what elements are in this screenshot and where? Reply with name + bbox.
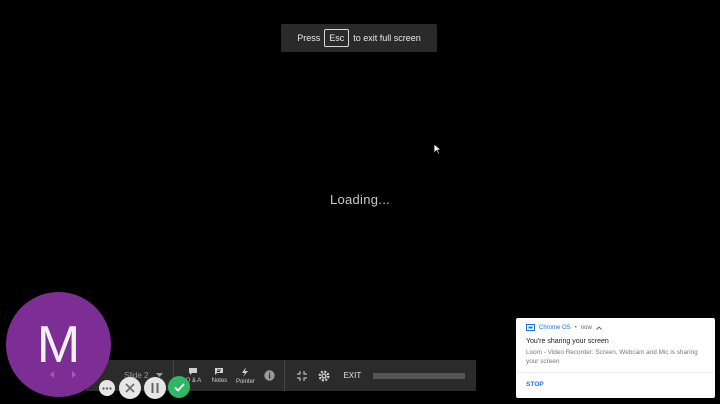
gear-icon [318, 369, 330, 382]
mouse-cursor-icon [433, 142, 443, 160]
notification-separator: • [574, 324, 577, 331]
chevron-up-icon[interactable] [595, 325, 602, 330]
notes-tool-label: Notes [211, 378, 228, 384]
notification-divider [516, 372, 715, 373]
avatar-initial: M [36, 315, 81, 374]
loom-camera-avatar[interactable]: M [6, 292, 111, 397]
pointer-tool-label: Pointer [235, 378, 255, 385]
pause-icon [151, 383, 159, 393]
stop-sharing-button[interactable]: STOP [526, 381, 544, 388]
more-dots-icon [102, 386, 112, 390]
pointer-icon [242, 366, 249, 377]
notification-time: now [580, 324, 592, 331]
screen-sharing-notification: Chrome OS • now You're sharing your scre… [516, 318, 715, 398]
settings-button[interactable] [313, 360, 335, 391]
notes-tool-button[interactable]: Notes [206, 360, 232, 391]
exit-fullscreen-button[interactable] [291, 360, 313, 391]
presenter-tools: Q & A Notes Pointer [180, 360, 286, 391]
info-button[interactable] [258, 360, 280, 391]
cast-screen-icon [526, 324, 535, 331]
chat-icon [189, 368, 198, 375]
exit-button[interactable]: EXIT [343, 371, 361, 380]
slide-progress-bar [373, 372, 466, 379]
notification-header: Chrome OS • now [526, 324, 715, 331]
close-icon [125, 383, 135, 393]
loom-cancel-button[interactable] [119, 377, 141, 399]
pointer-tool-button[interactable]: Pointer [232, 360, 258, 391]
loom-more-button[interactable] [99, 380, 115, 396]
slide-arrows-behind-avatar [48, 370, 78, 381]
notification-title: You're sharing your screen [526, 338, 609, 345]
loom-pause-button[interactable] [144, 377, 166, 399]
play-left-icon [50, 371, 76, 378]
fullscreen-exit-hint: Press Esc to exit full screen [281, 24, 437, 52]
loom-finish-button[interactable] [168, 376, 190, 398]
fullscreen-hint-prefix: Press [297, 33, 321, 43]
esc-key-badge: Esc [324, 29, 350, 47]
notification-body: Loom - Video Recorder: Screen, Webcam an… [526, 349, 698, 365]
loading-message: Loading... [329, 192, 391, 207]
notes-icon [215, 368, 224, 375]
exit-fullscreen-icon [297, 370, 308, 381]
fullscreen-hint-suffix: to exit full screen [353, 33, 421, 43]
info-icon [264, 370, 275, 381]
check-icon [173, 382, 185, 392]
notification-app-name: Chrome OS [539, 324, 571, 331]
